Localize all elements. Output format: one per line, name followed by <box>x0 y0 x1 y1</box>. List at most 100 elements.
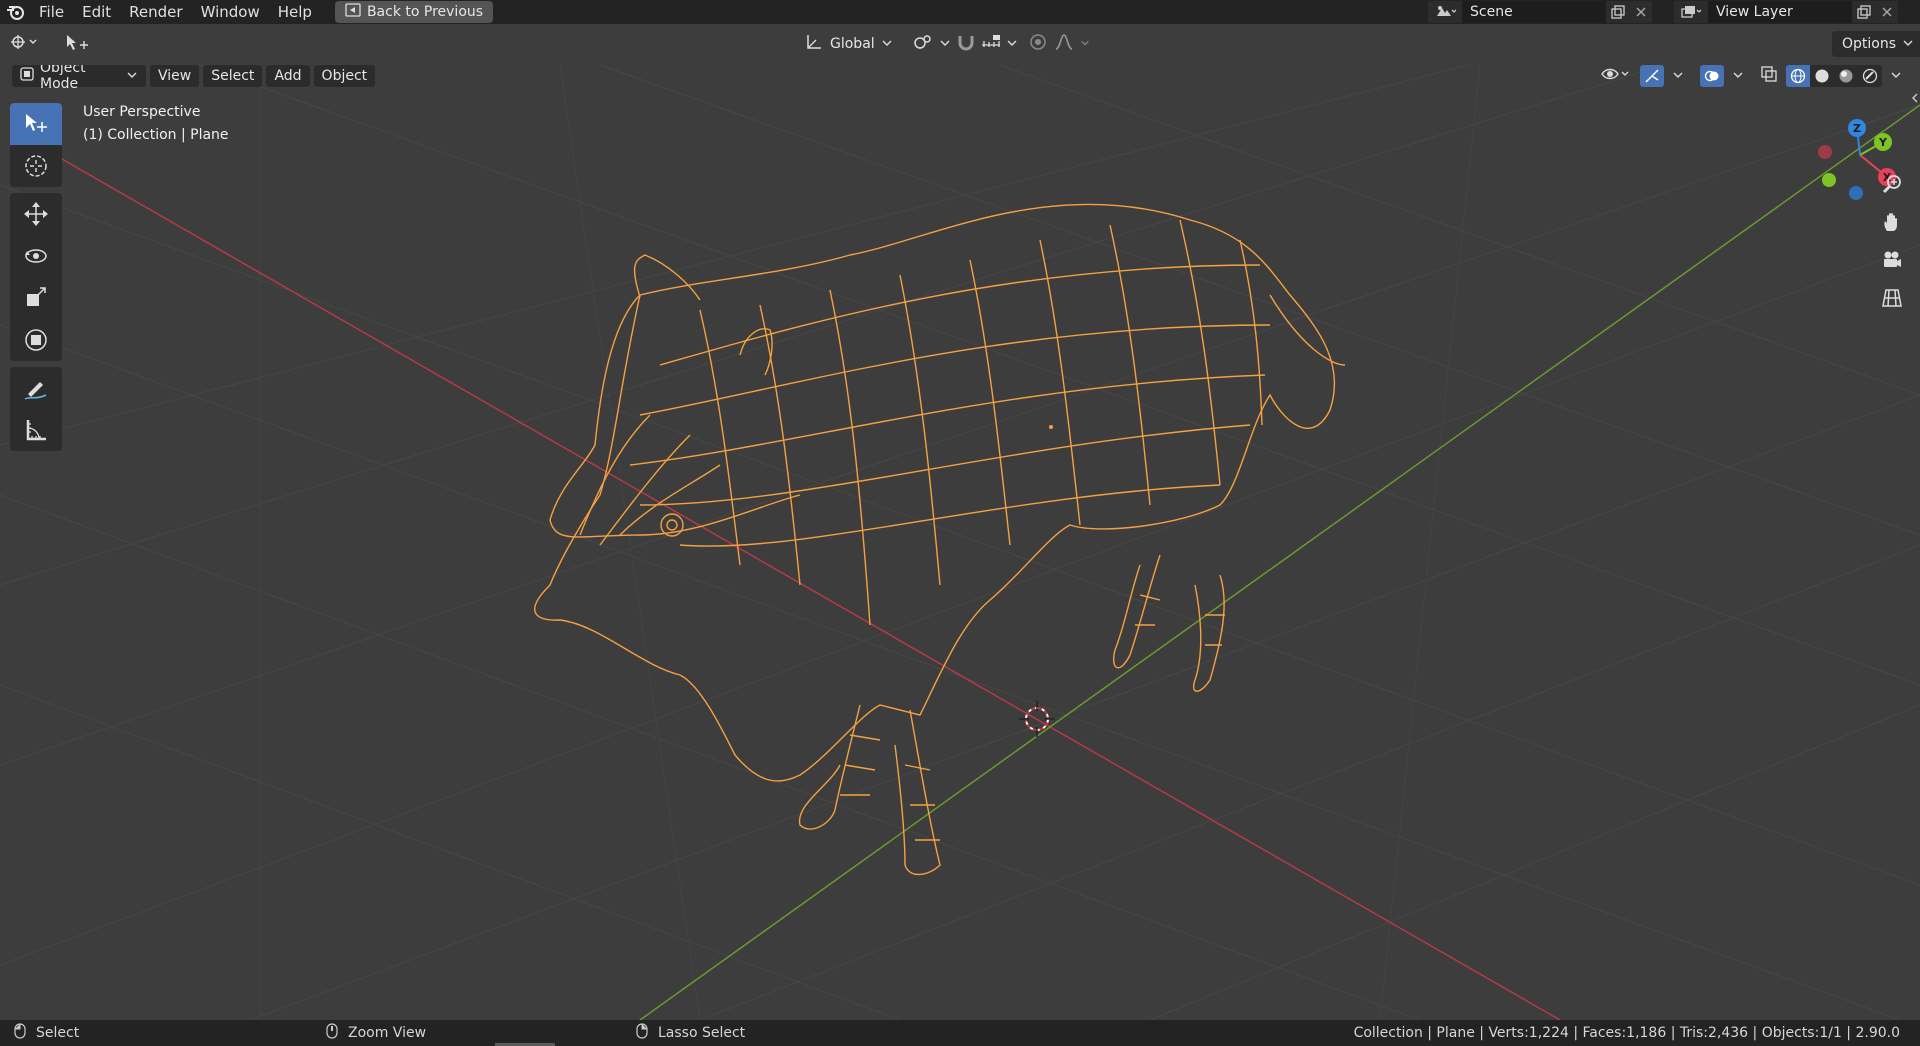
shading-material-icon[interactable] <box>1834 65 1858 87</box>
scene-name-field[interactable]: Scene <box>1462 1 1606 23</box>
snap-increment-icon[interactable] <box>980 33 1002 55</box>
proportional-editing-controls[interactable] <box>1028 31 1090 57</box>
status-zoom-hint: Zoom View <box>326 1023 426 1043</box>
transform-icon <box>25 329 47 351</box>
back-to-previous-button[interactable]: Back to Previous <box>334 1 494 23</box>
viewport-menu-select[interactable]: Select <box>203 65 263 87</box>
mouse-middle-icon <box>326 1023 338 1043</box>
select-box-tool[interactable] <box>10 103 62 145</box>
menu-render[interactable]: Render <box>120 0 191 24</box>
gizmo-neg-x[interactable] <box>1818 145 1832 159</box>
rotate-tool[interactable] <box>10 235 62 277</box>
status-select-hint: Select <box>14 1023 79 1043</box>
status-lasso-label: Lasso Select <box>658 1025 746 1041</box>
rotate-icon <box>25 249 47 263</box>
viewport-menu-view[interactable]: View <box>150 65 200 87</box>
object-mode-icon <box>20 67 34 85</box>
camera-icon <box>1884 251 1901 267</box>
view-layer-name-field[interactable]: View Layer <box>1708 1 1852 23</box>
cursor-tool[interactable] <box>10 145 62 187</box>
editor-type-button[interactable] <box>10 31 50 57</box>
viewport-menu-bar: Object Mode View Select Add Object <box>12 65 376 92</box>
floor-grid <box>0 65 1920 1020</box>
top-menu-bar: File Edit Render Window Help Back to Pre… <box>0 0 1920 24</box>
chevron-down-icon[interactable] <box>1890 68 1902 84</box>
object-origin-dot <box>1049 425 1053 429</box>
status-lasso-hint: Lasso Select <box>636 1023 745 1043</box>
chevron-down-icon <box>1902 36 1914 52</box>
move-tool[interactable] <box>10 193 62 235</box>
gizmo-z-label: Z <box>1853 122 1861 135</box>
pivot-link-icon <box>912 33 936 55</box>
scene-close-icon[interactable] <box>1630 1 1652 23</box>
menu-file[interactable]: File <box>30 0 73 24</box>
mouse-left-icon <box>14 1023 26 1043</box>
menu-help[interactable]: Help <box>269 0 321 24</box>
zoom-button[interactable] <box>1874 165 1910 203</box>
pan-button[interactable] <box>1874 203 1910 241</box>
gizmo-y-label: Y <box>1878 136 1888 149</box>
measure-icon <box>26 420 46 441</box>
transform-orientation-dropdown[interactable]: Global <box>804 31 893 57</box>
xray-toggle-icon[interactable] <box>1760 65 1778 87</box>
mouse-right-icon <box>636 1023 648 1043</box>
view-layer-selector[interactable]: View Layer <box>1674 1 1898 23</box>
shading-solid-icon[interactable] <box>1810 65 1834 87</box>
scene-selector[interactable]: Scene <box>1428 1 1652 23</box>
visibility-eye-icon[interactable] <box>1600 65 1632 87</box>
camera-view-button[interactable] <box>1874 241 1910 279</box>
proportional-edit-icon[interactable] <box>1028 33 1048 55</box>
gizmo-neg-y[interactable] <box>1822 173 1836 187</box>
measure-tool[interactable] <box>10 409 62 451</box>
grid-ortho-icon <box>1882 289 1902 307</box>
chevron-down-icon[interactable] <box>1732 68 1744 84</box>
shading-rendered-icon[interactable] <box>1858 65 1882 87</box>
zoom-icon <box>1882 175 1901 194</box>
annotate-tool[interactable] <box>10 367 62 409</box>
scale-icon <box>27 287 46 306</box>
select-box-icon <box>26 114 47 132</box>
snap-magnet-icon[interactable] <box>956 33 976 55</box>
chevron-down-icon[interactable] <box>1672 68 1684 84</box>
orientation-axes-icon <box>804 33 824 55</box>
tool-settings-icon[interactable] <box>64 31 90 57</box>
gizmo-neg-z[interactable] <box>1849 186 1863 200</box>
chevron-down-icon <box>1080 36 1090 52</box>
viewport-menu-add[interactable]: Add <box>266 65 310 87</box>
sidebar-toggle-arrow[interactable] <box>1910 91 1920 105</box>
viewport-scene <box>0 65 1920 1020</box>
chevron-down-icon <box>1006 36 1018 52</box>
view-layer-copy-icon[interactable] <box>1852 1 1876 23</box>
transform-tool[interactable] <box>10 319 62 361</box>
view-layer-icon[interactable] <box>1674 1 1708 23</box>
viewport-header: Global Options <box>0 24 1920 65</box>
blender-logo-icon[interactable] <box>0 4 30 20</box>
pivot-point-dropdown[interactable] <box>912 31 951 57</box>
tool-shelf <box>10 103 62 457</box>
menu-window[interactable]: Window <box>192 0 269 24</box>
viewport-menu-object[interactable]: Object <box>313 65 376 87</box>
menu-edit[interactable]: Edit <box>73 0 120 24</box>
object-mode-dropdown[interactable]: Object Mode <box>12 65 146 92</box>
navigation-controls <box>1874 165 1910 317</box>
collection-label: (1) Collection | Plane <box>83 127 229 143</box>
viewport-display-controls <box>1600 65 1902 87</box>
editor-type-icon <box>10 33 40 55</box>
view-layer-close-icon[interactable] <box>1876 1 1898 23</box>
gizmo-toggle-icon[interactable] <box>1640 65 1664 87</box>
overlays-toggle-icon[interactable] <box>1700 65 1724 87</box>
scale-tool[interactable] <box>10 277 62 319</box>
3d-viewport[interactable]: Object Mode View Select Add Object User … <box>0 65 1920 1020</box>
status-select-label: Select <box>36 1025 80 1041</box>
chevron-down-icon <box>881 36 893 52</box>
snapping-controls[interactable] <box>956 31 1018 57</box>
status-bar: Select Zoom View Lasso Select Collection… <box>0 1020 1920 1046</box>
back-screen-icon <box>345 3 361 21</box>
scene-copy-icon[interactable] <box>1606 1 1630 23</box>
options-dropdown[interactable]: Options <box>1832 31 1920 57</box>
falloff-curve-icon[interactable] <box>1054 33 1074 55</box>
scene-icon[interactable] <box>1428 1 1462 23</box>
perspective-label: User Perspective <box>83 104 201 120</box>
shading-wireframe-icon[interactable] <box>1786 65 1810 87</box>
ortho-toggle-button[interactable] <box>1874 279 1910 317</box>
